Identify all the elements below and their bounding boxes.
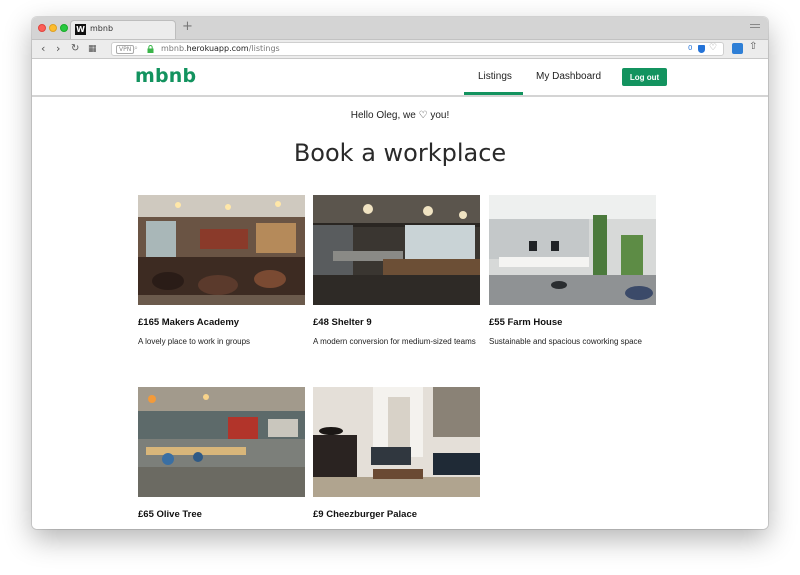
listing-card[interactable]: £165 Makers Academy A lovely place to wo…	[138, 195, 305, 355]
tab-bar: W mbnb +	[32, 17, 768, 40]
browser-tab[interactable]: W mbnb	[70, 20, 176, 39]
site-navbar: mbnb Listings My Dashboard Log out	[32, 59, 768, 97]
url-text[interactable]: mbnb.herokuapp.com/listings	[161, 44, 280, 53]
tab-title: mbnb	[90, 24, 114, 33]
favicon-icon: W	[75, 24, 86, 35]
cafe-workspace-photo[interactable]	[138, 195, 305, 305]
coworking-desks-photo[interactable]	[138, 387, 305, 497]
lock-icon	[147, 45, 154, 53]
back-icon[interactable]: ‹	[41, 42, 45, 56]
extension-count: 0	[688, 44, 693, 52]
lounge-photo[interactable]	[313, 387, 480, 497]
active-nav-indicator	[464, 92, 523, 95]
listing-title[interactable]: £55 Farm House	[489, 317, 562, 328]
listing-description: Sustainable and spacious coworking space	[489, 337, 642, 346]
search-icon: ⌕	[134, 44, 138, 52]
zoom-window-button[interactable]	[60, 24, 68, 32]
extension-icon[interactable]	[732, 43, 743, 54]
grid-icon[interactable]: ▦	[88, 42, 97, 56]
close-window-button[interactable]	[38, 24, 46, 32]
listing-description: A lovely place to work in groups	[138, 337, 251, 346]
open-office-photo[interactable]	[489, 195, 656, 305]
share-icon[interactable]: ⇧	[749, 41, 757, 52]
nav-listings-link[interactable]: Listings	[478, 71, 512, 82]
logout-button[interactable]: Log out	[622, 68, 667, 86]
new-tab-button[interactable]: +	[182, 19, 193, 34]
nav-dashboard-link[interactable]: My Dashboard	[536, 71, 601, 82]
listing-card[interactable]: £55 Farm House Sustainable and spacious …	[489, 195, 656, 355]
heart-icon[interactable]: ♡	[709, 43, 717, 53]
listing-title[interactable]: £9 Cheezburger Palace	[313, 509, 417, 520]
listing-title[interactable]: £65 Olive Tree	[138, 509, 202, 520]
page-content: mbnb Listings My Dashboard Log out Hello…	[32, 59, 768, 529]
vpn-badge[interactable]: VPN	[116, 45, 135, 54]
listing-card[interactable]: £48 Shelter 9 A modern conversion for me…	[313, 195, 480, 355]
greeting-text: Hello Oleg, we ♡ you!	[350, 110, 450, 121]
brand-logo[interactable]: mbnb	[135, 65, 196, 87]
tab-overview-icon[interactable]	[750, 22, 760, 32]
forward-icon[interactable]: ›	[56, 42, 60, 56]
browser-window: W mbnb + ‹ › ↻ ▦ VPN ⌕ mbnb.herokuapp.co…	[32, 17, 768, 529]
listings-grid: £165 Makers Academy A lovely place to wo…	[138, 195, 668, 529]
browser-toolbar: ‹ › ↻ ▦ VPN ⌕ mbnb.herokuapp.com/listing…	[32, 40, 768, 59]
listing-title[interactable]: £48 Shelter 9	[313, 317, 372, 328]
industrial-hall-photo[interactable]	[313, 195, 480, 305]
page-title: Book a workplace	[293, 139, 507, 167]
listing-title[interactable]: £165 Makers Academy	[138, 317, 239, 328]
address-bar[interactable]: VPN ⌕ mbnb.herokuapp.com/listings 0 ♡	[111, 42, 724, 56]
shield-icon[interactable]	[698, 45, 705, 53]
minimize-window-button[interactable]	[49, 24, 57, 32]
listing-card[interactable]: £9 Cheezburger Palace	[313, 387, 480, 529]
listing-description: A modern conversion for medium-sized tea…	[313, 337, 476, 346]
listing-card[interactable]: £65 Olive Tree	[138, 387, 305, 529]
reload-icon[interactable]: ↻	[71, 42, 79, 56]
